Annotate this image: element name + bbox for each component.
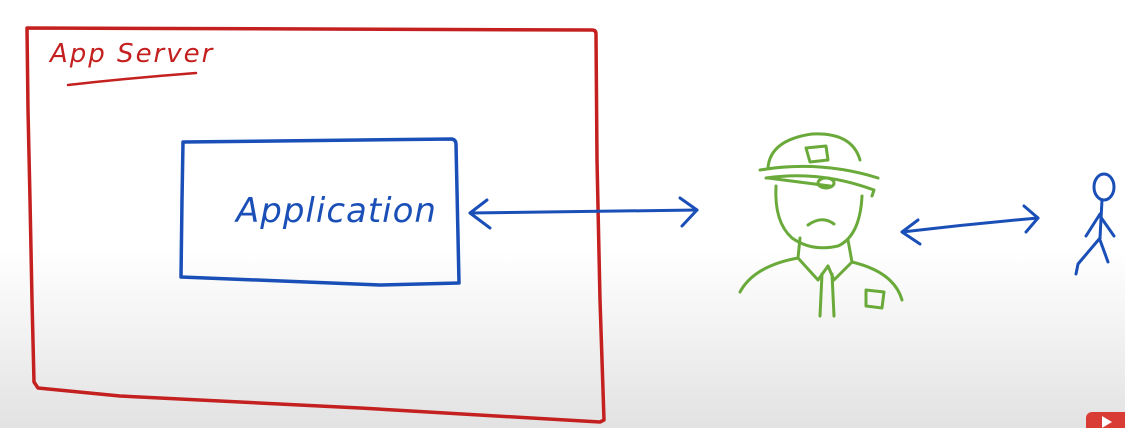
play-button[interactable]	[1086, 412, 1125, 428]
guard-user-arrow	[900, 204, 1040, 246]
application-guard-arrow	[468, 196, 699, 230]
application-label: Application	[234, 191, 437, 231]
diagram-svg: App Server Application	[25, 26, 1116, 424]
diagram-canvas: App Server Application	[0, 0, 1125, 428]
security-guard-icon	[738, 132, 904, 318]
person-icon	[1074, 172, 1116, 276]
app-server-underline	[66, 71, 198, 87]
app-server-label: App Server	[48, 39, 215, 69]
play-icon	[1102, 416, 1112, 428]
